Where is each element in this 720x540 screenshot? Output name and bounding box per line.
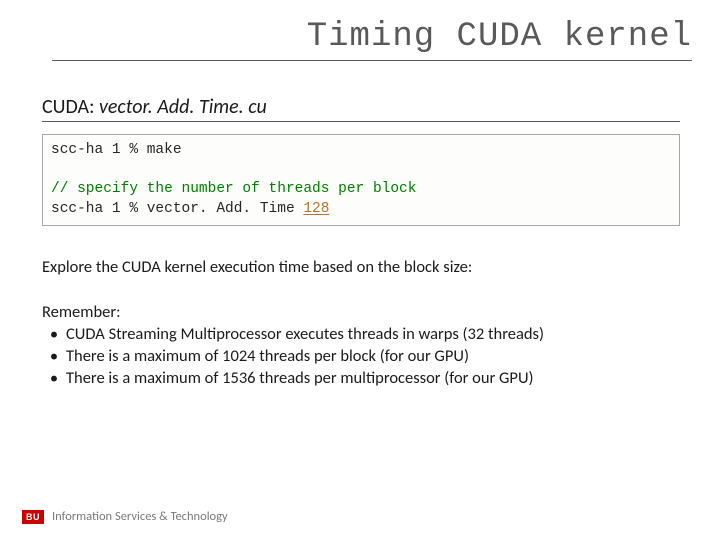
prompt-2: scc-ha 1 %	[51, 201, 147, 217]
code-block: scc-ha 1 % make // specify the number of…	[42, 134, 680, 226]
footer-org: Information Services & Technology	[52, 509, 228, 524]
bu-logo-icon: BU	[22, 510, 44, 524]
list-item: There is a maximum of 1536 threads per m…	[42, 367, 680, 389]
code-line-2: scc-ha 1 % vector. Add. Time 128	[51, 200, 671, 220]
code-line-1: scc-ha 1 % make	[51, 141, 671, 161]
title-container: Timing CUDA kernel	[0, 0, 720, 61]
code-blank	[51, 161, 671, 181]
code-comment: // specify the number of threads per blo…	[51, 180, 671, 200]
cmd-2: vector. Add. Time	[147, 201, 304, 217]
explore-text: Explore the CUDA kernel execution time b…	[42, 256, 680, 278]
bullet-text: There is a maximum of 1536 threads per m…	[66, 368, 534, 388]
section-heading-row: CUDA: vector. Add. Time. cu	[42, 95, 680, 122]
prompt-1: scc-ha 1 %	[51, 142, 147, 158]
bullet-text: CUDA Streaming Multiprocessor executes t…	[66, 324, 544, 344]
footer: BU Information Services & Technology	[22, 509, 228, 524]
cmd-2-arg: 128	[303, 201, 329, 217]
slide-title: Timing CUDA kernel	[52, 18, 692, 61]
remember-block: Remember: CUDA Streaming Multiprocessor …	[42, 301, 680, 390]
bullet-text: There is a maximum of 1024 threads per b…	[66, 346, 469, 366]
remember-heading: Remember:	[42, 301, 680, 323]
section-prefix: CUDA:	[42, 95, 99, 119]
list-item: CUDA Streaming Multiprocessor executes t…	[42, 323, 680, 345]
list-item: There is a maximum of 1024 threads per b…	[42, 345, 680, 367]
section-heading: CUDA: vector. Add. Time. cu	[42, 95, 680, 122]
cmd-1: make	[147, 142, 182, 158]
section-filename: vector. Add. Time. cu	[99, 95, 267, 119]
remember-list: CUDA Streaming Multiprocessor executes t…	[42, 323, 680, 390]
